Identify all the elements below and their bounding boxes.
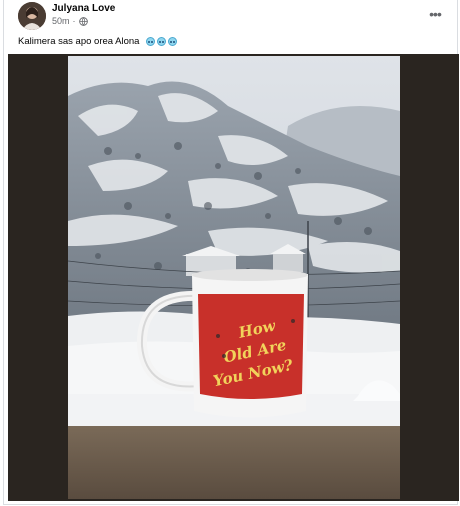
cold-face-emoji — [168, 37, 178, 46]
author-avatar[interactable] — [18, 2, 46, 30]
post-photo[interactable]: How Old Are You Now? — [68, 56, 400, 499]
more-options-button[interactable]: ••• — [425, 6, 445, 22]
post-caption: Kalimera sas apo orea Alona — [18, 36, 178, 47]
post-card: Julyana Love 50m · ••• Kalimera sas apo … — [3, 0, 459, 505]
avatar-image — [18, 2, 46, 30]
post-time[interactable]: 50m — [52, 16, 70, 26]
snow-mountain-mug-image: How Old Are You Now? — [68, 56, 400, 499]
cold-face-emoji — [146, 37, 156, 46]
cold-face-emoji — [157, 37, 167, 46]
post-meta: 50m · — [52, 16, 88, 26]
more-dots-icon: ••• — [429, 6, 442, 22]
post-header: Julyana Love 50m · ••• — [4, 0, 457, 34]
meta-separator: · — [72, 16, 76, 26]
caption-text: Kalimera sas apo orea Alona — [18, 36, 140, 47]
globe-icon — [78, 16, 88, 26]
post-photo-container[interactable]: How Old Are You Now? — [8, 54, 459, 501]
author-name[interactable]: Julyana Love — [52, 3, 115, 14]
